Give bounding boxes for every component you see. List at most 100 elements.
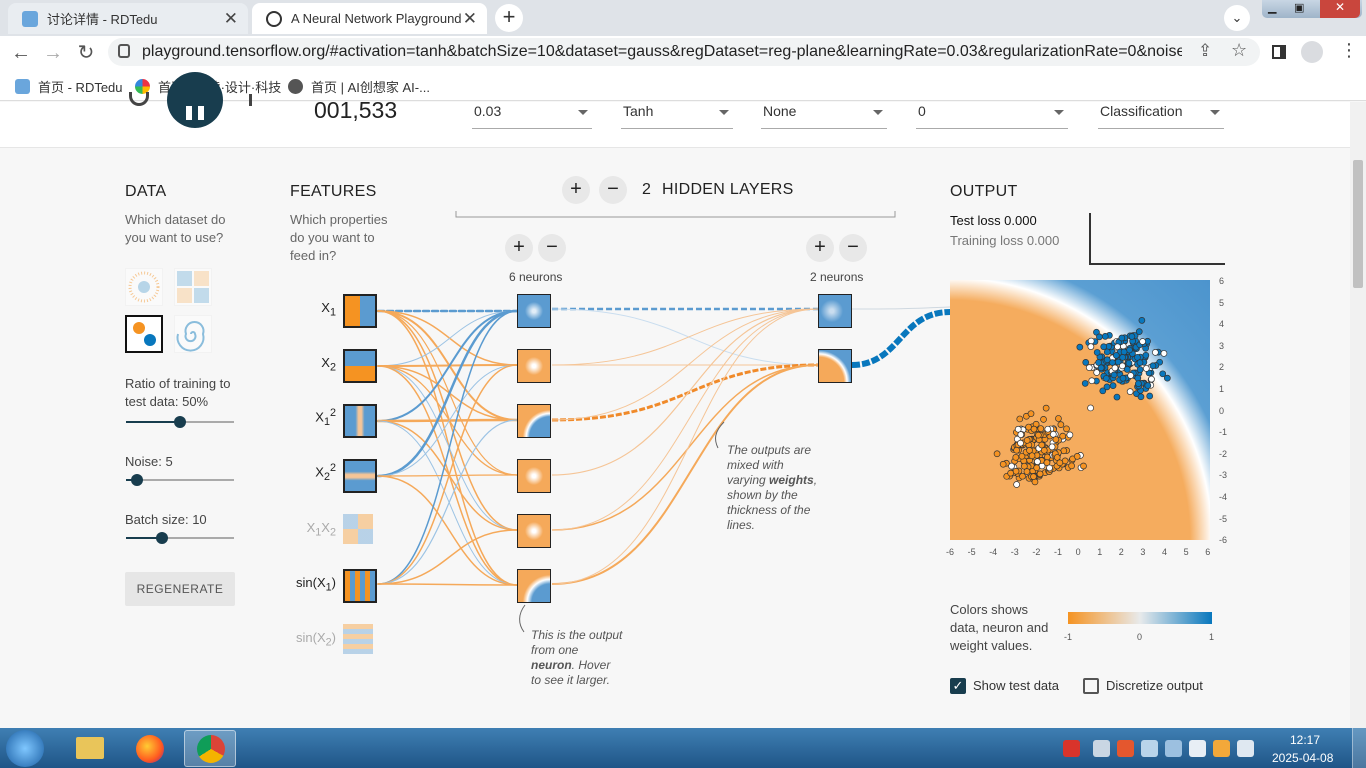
show-desktop-button[interactable] <box>1352 728 1366 768</box>
neuron-1-3[interactable] <box>517 404 551 438</box>
y-tick: 3 <box>1219 340 1225 351</box>
add-layer-button[interactable]: + <box>562 176 590 204</box>
data-point <box>1044 425 1052 433</box>
data-point <box>1023 437 1031 444</box>
layers-bracket <box>455 211 896 218</box>
test-loss: Test loss 0.000 <box>950 213 1037 228</box>
y-axis-ticks: 6 5 4 3 2 1 0 -1 -2 -3 -4 -5 -6 <box>1216 276 1236 546</box>
data-point <box>1017 431 1025 438</box>
scrollbar-thumb[interactable] <box>1353 160 1363 288</box>
data-point <box>1082 359 1090 366</box>
show-test-data-label[interactable]: Show test data <box>973 678 1059 693</box>
page-scrollbar[interactable] <box>1350 102 1366 728</box>
discretize-output-label[interactable]: Discretize output <box>1106 678 1203 693</box>
training-loss: Training loss 0.000 <box>950 233 1060 248</box>
data-point <box>1118 334 1126 342</box>
tray-app-icon[interactable] <box>1141 740 1158 757</box>
data-point <box>1052 436 1060 443</box>
taskbar-explorer[interactable] <box>64 730 116 767</box>
tray-app-icon[interactable] <box>1213 740 1230 757</box>
speaker-icon[interactable] <box>1165 740 1182 757</box>
data-point <box>1119 362 1126 370</box>
x-tick: 2 <box>1118 547 1124 557</box>
data-point <box>999 460 1007 468</box>
neuron-1-5[interactable] <box>517 514 551 548</box>
tray-app-icon[interactable] <box>1189 740 1206 757</box>
note-text: , <box>813 473 818 487</box>
clock-time[interactable]: 12:17 <box>1290 733 1320 747</box>
legend-tick: 1 <box>1209 632 1215 642</box>
x-tick: 6 <box>1205 547 1211 557</box>
data-point <box>1159 370 1167 378</box>
feature-x1-squared[interactable] <box>343 404 377 438</box>
clock-date[interactable]: 2025-04-08 <box>1272 751 1333 765</box>
data-point <box>1110 371 1118 379</box>
legend-line: weight values. <box>950 638 1033 653</box>
legend-line: Colors shows <box>950 602 1029 617</box>
color-legend-bar <box>1068 612 1212 624</box>
tray-app-icon[interactable] <box>1093 740 1110 757</box>
show-test-data-checkbox[interactable]: ✓ <box>950 678 966 694</box>
add-neuron-layer1-button[interactable]: + <box>505 234 533 262</box>
feature-sinx1[interactable] <box>343 569 377 603</box>
legend-tick: -1 <box>1064 632 1073 642</box>
feature-x1x2-disabled[interactable] <box>343 514 373 544</box>
start-button[interactable] <box>6 730 44 767</box>
feature-sinx2-disabled[interactable] <box>343 624 373 654</box>
data-point <box>1059 432 1067 440</box>
taskbar-chrome[interactable] <box>184 730 236 767</box>
data-point <box>1160 350 1168 357</box>
x-tick: 4 <box>1162 547 1168 557</box>
data-point <box>1013 481 1020 488</box>
y-tick: -6 <box>1219 535 1228 546</box>
add-neuron-layer2-button[interactable]: + <box>806 234 834 262</box>
y-tick: 2 <box>1219 362 1225 373</box>
neuron-1-6[interactable] <box>517 569 551 603</box>
data-point <box>1128 333 1136 340</box>
feature-x2-squared[interactable] <box>343 459 377 493</box>
data-point <box>1101 333 1109 340</box>
neuron-1-4[interactable] <box>517 459 551 493</box>
data-point <box>1125 359 1133 367</box>
layer1-neuron-count: 6 neurons <box>509 270 563 284</box>
data-point <box>1042 404 1050 412</box>
data-point <box>1013 446 1020 454</box>
feature-x1[interactable] <box>343 294 377 328</box>
note-emphasis: weights <box>769 473 814 487</box>
data-point <box>1097 364 1105 372</box>
data-point <box>1076 343 1084 351</box>
output-heatmap[interactable] <box>950 280 1210 540</box>
neuron-1-1[interactable] <box>517 294 551 328</box>
data-point <box>1142 365 1150 372</box>
data-point <box>1135 328 1143 335</box>
data-point <box>1028 452 1036 460</box>
neuron-2-1[interactable] <box>818 294 852 328</box>
data-point <box>1100 343 1108 351</box>
data-point <box>993 450 1001 458</box>
data-point <box>1056 459 1064 467</box>
neuron-1-2[interactable] <box>517 349 551 383</box>
discretize-output-checkbox[interactable] <box>1083 678 1099 694</box>
y-tick: 4 <box>1219 319 1225 330</box>
tray-sogou-icon[interactable] <box>1063 740 1080 757</box>
feature-x2[interactable] <box>343 349 377 383</box>
taskbar-firefox[interactable] <box>124 730 176 767</box>
data-point <box>1034 458 1041 465</box>
neuron-2-2[interactable] <box>818 349 852 383</box>
neuron-note: This is the output from one neuron. Hove… <box>531 628 622 688</box>
data-point <box>1139 338 1146 345</box>
hidden-layers-label: HIDDEN LAYERS <box>662 181 794 198</box>
data-point <box>1066 431 1074 439</box>
remove-layer-button[interactable]: − <box>599 176 627 204</box>
data-point <box>1138 317 1146 324</box>
network-icon[interactable] <box>1237 740 1254 757</box>
x-tick: -4 <box>989 547 998 557</box>
tray-app-icon[interactable] <box>1117 740 1134 757</box>
note-line: The outputs are <box>727 443 812 457</box>
remove-neuron-layer1-button[interactable]: − <box>538 234 566 262</box>
remove-neuron-layer2-button[interactable]: − <box>839 234 867 262</box>
data-point <box>1136 359 1144 366</box>
data-point <box>1043 453 1051 461</box>
output-heading: OUTPUT <box>950 183 1018 200</box>
data-point <box>1016 415 1024 423</box>
